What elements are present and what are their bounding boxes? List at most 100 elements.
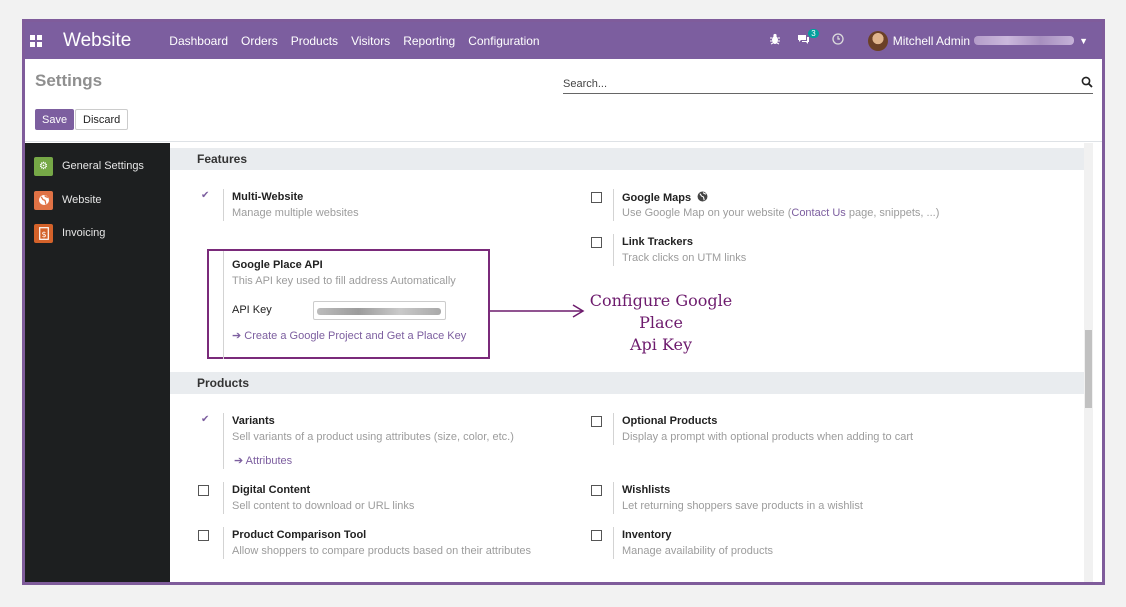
sidebar-item-invoicing[interactable]: $ Invoicing: [34, 223, 105, 243]
navbar-systray: 3 Mitchell Admin ▼: [755, 22, 1088, 59]
api-key-field[interactable]: [313, 301, 446, 320]
setting-description: This API key used to fill address Automa…: [232, 275, 456, 287]
divider: [613, 189, 614, 221]
optional-products-checkbox[interactable]: [591, 416, 602, 427]
setting-title: Inventory: [622, 529, 672, 541]
user-name[interactable]: Mitchell Admin: [893, 34, 970, 48]
divider: [613, 482, 614, 514]
setting-variants: ✔ Variants Sell variants of a product us…: [201, 413, 561, 471]
settings-content: Features ✔ Multi-Website Manage multiple…: [170, 143, 1093, 585]
nav-dashboard[interactable]: Dashboard: [169, 34, 228, 48]
setting-description: Display a prompt with optional products …: [622, 431, 914, 443]
divider: [223, 189, 224, 221]
top-navbar: Website Dashboard Orders Products Visito…: [25, 22, 1102, 59]
create-place-key-link[interactable]: ➔ Create a Google Project and Get a Plac…: [232, 329, 466, 342]
discard-button[interactable]: Discard: [75, 109, 129, 130]
setting-wishlists: Wishlists Let returning shoppers save pr…: [591, 482, 1071, 518]
content-scrollbar[interactable]: [1084, 143, 1093, 582]
search-icon[interactable]: [1081, 76, 1093, 88]
contact-us-link[interactable]: Contact Us: [791, 207, 845, 219]
digital-content-checkbox[interactable]: [198, 485, 209, 496]
arrow-right-icon: ➔: [232, 330, 245, 342]
globe-icon: [697, 191, 708, 202]
redacted-database-name: [974, 36, 1075, 45]
setting-title: Google Place API: [232, 259, 323, 271]
divider: [613, 234, 614, 266]
setting-google-maps: Google Maps Use Google Map on your websi…: [591, 189, 1071, 225]
google-place-api-highlight: Google Place API This API key used to fi…: [207, 249, 490, 359]
divider: [613, 527, 614, 559]
setting-description: Manage multiple websites: [232, 207, 359, 219]
annotation-line-1: Configure Google Place: [589, 291, 733, 332]
setting-link-trackers: Link Trackers Track clicks on UTM links: [591, 234, 1071, 270]
inventory-checkbox[interactable]: [591, 530, 602, 541]
checkbox-checked-icon[interactable]: ✔: [201, 190, 209, 201]
search-bar: [563, 74, 1093, 94]
scrollbar-thumb[interactable]: [1085, 330, 1092, 408]
avatar[interactable]: [867, 30, 888, 51]
setting-multi-website: ✔ Multi-Website Manage multiple websites: [201, 189, 521, 225]
save-button[interactable]: Save: [35, 109, 75, 130]
setting-title: Wishlists: [622, 484, 671, 496]
setting-title: Variants: [232, 415, 275, 427]
setting-digital-content: Digital Content Sell content to download…: [198, 482, 558, 518]
nav-configuration[interactable]: Configuration: [468, 34, 539, 48]
globe-icon: [34, 190, 53, 210]
caret-down-icon[interactable]: ▼: [1079, 36, 1088, 46]
settings-sidebar: ⚙ General Settings Website $ Invoicing: [25, 143, 170, 582]
setting-description: Use Google Map on your website (Contact …: [622, 207, 940, 219]
comparison-checkbox[interactable]: [198, 530, 209, 541]
app-brand: Website: [63, 29, 132, 51]
setting-title: Link Trackers: [622, 236, 693, 248]
nav-visitors[interactable]: Visitors: [351, 34, 390, 48]
arrow-right-icon: ➔: [234, 455, 246, 467]
setting-title: Digital Content: [232, 484, 311, 496]
clock-icon[interactable]: [832, 33, 844, 48]
setting-description: Sell content to download or URL links: [232, 500, 415, 512]
divider: [223, 251, 224, 359]
nav-orders[interactable]: Orders: [241, 34, 278, 48]
nav-products[interactable]: Products: [291, 34, 338, 48]
wishlists-checkbox[interactable]: [591, 485, 602, 496]
section-header-partial: [170, 582, 1093, 585]
page-title: Settings: [35, 71, 103, 90]
sidebar-item-website[interactable]: Website: [34, 190, 102, 210]
chat-count-badge: 3: [808, 29, 819, 38]
divider: [613, 413, 614, 445]
google-maps-checkbox[interactable]: [591, 192, 602, 203]
setting-description: Track clicks on UTM links: [622, 252, 747, 264]
control-panel: Settings Save Discard: [25, 59, 1102, 142]
attributes-link[interactable]: ➔ Attributes: [234, 454, 292, 467]
svg-text:$: $: [41, 230, 46, 239]
setting-description: Sell variants of a product using attribu…: [232, 431, 514, 443]
bug-icon[interactable]: [769, 33, 781, 48]
setting-title: Google Maps: [622, 191, 708, 204]
apps-icon[interactable]: [30, 34, 42, 47]
divider: [223, 527, 224, 559]
annotation-line-2: Api Key: [629, 335, 693, 354]
invoice-icon: $: [34, 223, 53, 243]
app-window: Website Dashboard Orders Products Visito…: [22, 19, 1105, 585]
sidebar-item-label: General Settings: [62, 160, 144, 172]
search-input[interactable]: [563, 75, 1063, 93]
section-header-features: Features: [170, 148, 1093, 170]
divider: [223, 482, 224, 514]
checkbox-checked-icon[interactable]: ✔: [201, 414, 209, 425]
link-trackers-checkbox[interactable]: [591, 237, 602, 248]
api-key-label: API Key: [232, 304, 272, 316]
divider: [223, 413, 224, 469]
sidebar-item-label: Website: [62, 194, 102, 206]
section-header-products: Products: [170, 372, 1093, 394]
nav-reporting[interactable]: Reporting: [403, 34, 455, 48]
setting-optional-products: Optional Products Display a prompt with …: [591, 413, 1071, 449]
setting-title: Optional Products: [622, 415, 718, 427]
chat-icon[interactable]: 3: [797, 29, 819, 48]
redacted-api-key: [317, 308, 441, 315]
gear-icon: ⚙: [34, 156, 53, 176]
setting-product-comparison: Product Comparison Tool Allow shoppers t…: [198, 527, 578, 563]
setting-inventory: Inventory Manage availability of product…: [591, 527, 1071, 563]
sidebar-item-label: Invoicing: [62, 227, 106, 239]
setting-description: Let returning shoppers save products in …: [622, 500, 863, 512]
setting-title: Multi-Website: [232, 191, 304, 203]
sidebar-item-general-settings[interactable]: ⚙ General Settings: [34, 156, 144, 176]
